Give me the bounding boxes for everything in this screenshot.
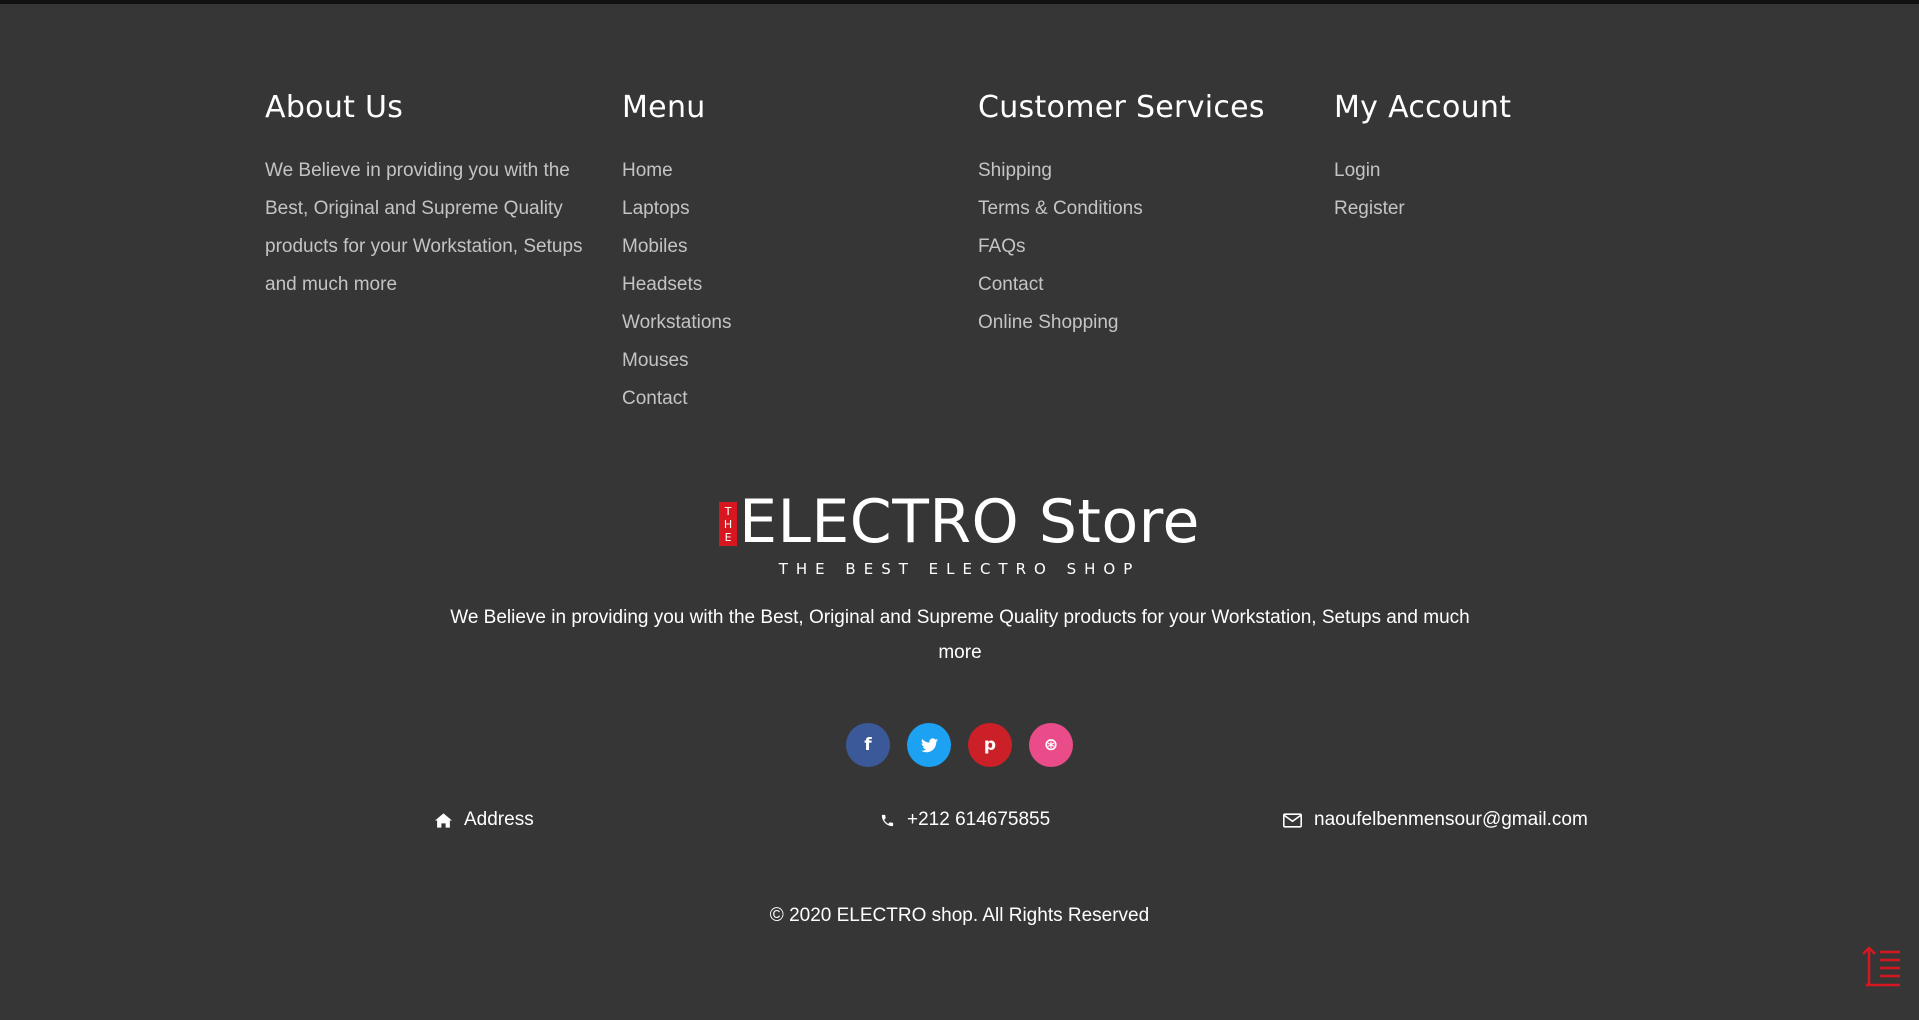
pinterest-button[interactable]: p [968,723,1012,767]
cs-link-terms[interactable]: Terms & Conditions [978,190,1318,228]
contact-row: Address +212 614675855 naoufelbenmensour… [0,805,1919,835]
about-column: About Us We Believe in providing you wit… [265,88,605,304]
menu-link-laptops[interactable]: Laptops [622,190,962,228]
account-link-register[interactable]: Register [1334,190,1674,228]
phone-icon [881,814,894,826]
brand-description: We Believe in providing you with the Bes… [450,607,1470,663]
twitter-button[interactable] [907,723,951,767]
logo[interactable]: T H E ELECTRO Store [719,490,1200,554]
phone-text: +212 614675855 [907,809,1051,830]
my-account-column: My Account Login Register [1334,88,1674,228]
back-to-top-icon [1862,946,1900,987]
cs-link-online-shopping[interactable]: Online Shopping [978,304,1318,342]
address-text: Address [464,809,534,830]
menu-link-workstations[interactable]: Workstations [622,304,962,342]
menu-heading: Menu [622,90,706,125]
email-text: naoufelbenmensour@gmail.com [1314,809,1588,830]
logo-text: ELECTRO Store [739,487,1200,557]
facebook-icon: f [864,735,872,755]
top-border [0,0,1919,4]
contact-phone[interactable]: +212 614675855 [880,805,1050,835]
back-to-top-button[interactable] [1860,946,1902,988]
menu-link-contact[interactable]: Contact [622,380,962,418]
home-icon [435,812,452,828]
customer-services-column: Customer Services Shipping Terms & Condi… [978,88,1318,342]
dribbble-icon: ⊛ [1043,735,1059,755]
cs-link-shipping[interactable]: Shipping [978,152,1318,190]
logo-tag: T H E [719,502,738,546]
contact-address[interactable]: Address [435,805,534,835]
dribbble-button[interactable]: ⊛ [1029,723,1073,767]
about-heading: About Us [265,90,404,125]
my-account-list: Login Register [1334,152,1674,228]
copyright: © 2020 ELECTRO shop. All Rights Reserved [769,905,1150,926]
brand-tagline: THE BEST ELECTRO SHOP [778,560,1141,578]
account-link-login[interactable]: Login [1334,152,1674,190]
about-text: We Believe in providing you with the Bes… [265,160,583,295]
social-links: f p ⊛ [0,723,1919,767]
footer-columns: About Us We Believe in providing you wit… [265,88,1665,428]
cs-link-faqs[interactable]: FAQs [978,228,1318,266]
customer-services-heading: Customer Services [978,90,1265,125]
customer-services-list: Shipping Terms & Conditions FAQs Contact… [978,152,1318,342]
contact-email[interactable]: naoufelbenmensour@gmail.com [1283,805,1588,835]
menu-link-headsets[interactable]: Headsets [622,266,962,304]
facebook-button[interactable]: f [846,723,890,767]
menu-link-mobiles[interactable]: Mobiles [622,228,962,266]
menu-column: Menu Home Laptops Mobiles Headsets Works… [622,88,962,418]
cs-link-contact[interactable]: Contact [978,266,1318,304]
envelope-icon [1283,812,1302,828]
my-account-heading: My Account [1334,90,1512,125]
pinterest-icon: p [983,735,997,755]
brand-block: T H E ELECTRO Store THE BEST ELECTRO SHO… [0,490,1919,578]
twitter-icon [920,737,938,752]
menu-list: Home Laptops Mobiles Headsets Workstatio… [622,152,962,418]
menu-link-home[interactable]: Home [622,152,962,190]
menu-link-mouses[interactable]: Mouses [622,342,962,380]
